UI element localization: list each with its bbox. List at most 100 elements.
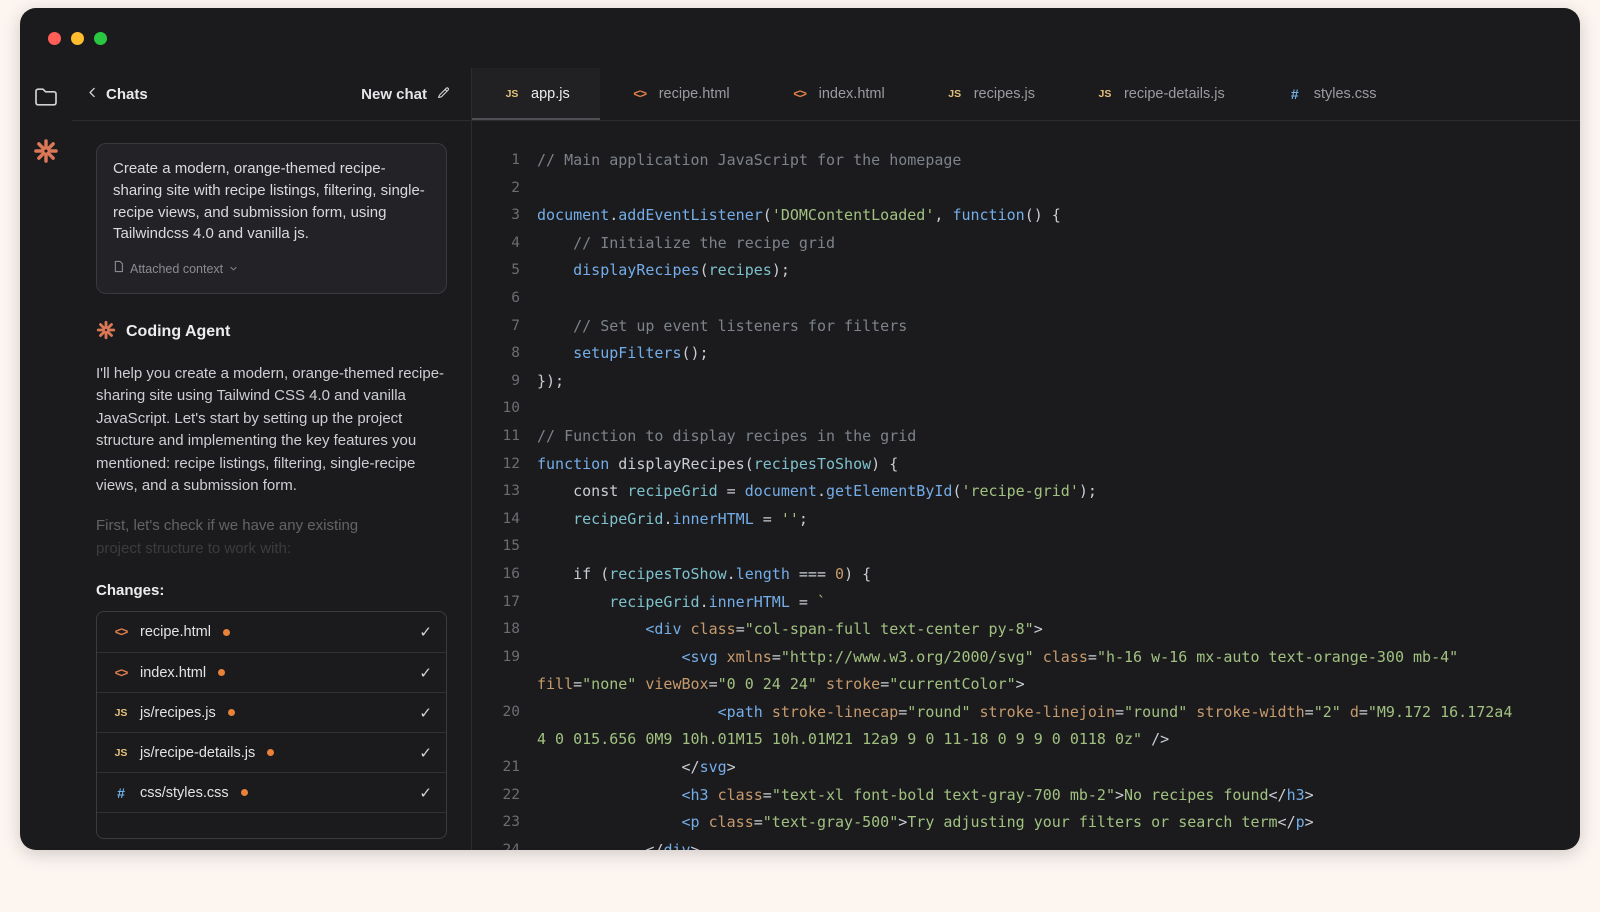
minimize-button[interactable] [71, 32, 84, 45]
line-number: 12 [472, 451, 520, 479]
file-name: css/styles.css [140, 785, 229, 801]
line-number: 23 [472, 809, 520, 837]
tab-label: recipes.js [974, 86, 1035, 102]
tab-label: styles.css [1314, 86, 1377, 102]
tab-recipes.js[interactable]: JS recipes.js [915, 68, 1065, 120]
modified-dot [241, 789, 248, 796]
coding-agent-panel-button[interactable] [31, 138, 61, 168]
traffic-lights [48, 32, 107, 45]
attached-context-label: Attached context [130, 259, 223, 281]
code-editor[interactable]: 1// Main application JavaScript for the … [472, 121, 1580, 850]
changes-file-row-partial [97, 812, 446, 838]
line-number: 7 [472, 313, 520, 341]
code-line: 4 0 015.656 0M9 10h.01M15 10h.01M21 12a9… [472, 726, 1580, 754]
agent-header: Coding Agent [96, 320, 447, 345]
accept-check-icon[interactable]: ✓ [419, 623, 432, 641]
code-line: 14 recipeGrid.innerHTML = ''; [472, 506, 1580, 534]
attached-context-toggle[interactable]: Attached context [113, 259, 430, 281]
faded-line-1: First, let's check if we have any existi… [96, 515, 447, 537]
line-number: 11 [472, 423, 520, 451]
css-file-icon: # [111, 785, 131, 801]
line-number: 9 [472, 368, 520, 396]
modified-dot [228, 709, 235, 716]
tab-recipe.html[interactable]: <>recipe.html [600, 68, 760, 120]
file-name: js/recipe-details.js [140, 745, 255, 761]
line-number: 10 [472, 395, 520, 423]
project-files-button[interactable] [31, 84, 61, 114]
js-file-icon: JS [1095, 88, 1115, 100]
line-number: 8 [472, 340, 520, 368]
code-line: 13 const recipeGrid = document.getElemen… [472, 478, 1580, 506]
changes-file-row[interactable]: <>recipe.html✓ [97, 612, 446, 652]
tab-recipe-details.js[interactable]: JS recipe-details.js [1065, 68, 1255, 120]
line-number: 2 [472, 175, 520, 203]
code-line: 3document.addEventListener('DOMContentLo… [472, 202, 1580, 230]
modified-dot [218, 669, 225, 676]
agent-name: Coding Agent [126, 323, 230, 341]
faded-line-2: project structure to work with: [96, 538, 447, 560]
changes-file-row[interactable]: JSjs/recipes.js✓ [97, 692, 446, 732]
changes-heading: Changes: [96, 582, 447, 599]
code-line: 7 // Set up event listeners for filters [472, 313, 1580, 341]
line-number: 3 [472, 202, 520, 230]
title-bar [20, 8, 1580, 68]
line-number: 5 [472, 257, 520, 285]
file-name: index.html [140, 665, 206, 681]
code-line: 11// Function to display recipes in the … [472, 423, 1580, 451]
line-number [472, 671, 520, 699]
chat-panel: Chats New chat Create a modern, orange-t… [72, 68, 472, 850]
code-line: 22 <h3 class="text-xl font-bold text-gra… [472, 782, 1580, 810]
js-file-icon: JS [502, 88, 522, 100]
zoom-button[interactable] [94, 32, 107, 45]
chat-scroll-area[interactable]: Create a modern, orange-themed recipe-sh… [72, 121, 471, 850]
app-window: Chats New chat Create a modern, orange-t… [20, 8, 1580, 850]
accept-check-icon[interactable]: ✓ [419, 664, 432, 682]
code-line: 9}); [472, 368, 1580, 396]
line-number: 17 [472, 589, 520, 617]
agent-message-faded: First, let's check if we have any existi… [96, 515, 447, 560]
js-file-icon: JS [111, 747, 131, 759]
line-number: 20 [472, 699, 520, 727]
agent-flower-icon [96, 320, 116, 345]
tab-label: app.js [531, 86, 570, 102]
code-line: 16 if (recipesToShow.length === 0) { [472, 561, 1580, 589]
accept-check-icon[interactable]: ✓ [419, 784, 432, 802]
changes-file-row[interactable]: <> index.html ✓ [97, 652, 446, 692]
line-number: 24 [472, 837, 520, 850]
code-line: 19 <svg xmlns="http://www.w3.org/2000/sv… [472, 644, 1580, 672]
tab-label: recipe-details.js [1124, 86, 1225, 102]
js-file-icon: JS [945, 88, 965, 100]
line-number [472, 726, 520, 754]
chevron-down-icon [229, 259, 238, 281]
code-line: 18 <div class="col-span-full text-center… [472, 616, 1580, 644]
changes-file-row[interactable]: # css/styles.css ✓ [97, 772, 446, 812]
code-line: 21 </svg> [472, 754, 1580, 782]
file-name: js/recipes.js [140, 705, 216, 721]
new-chat-label: New chat [361, 86, 427, 103]
tab-index.html[interactable]: <> index.html [760, 68, 915, 120]
tab-app.js[interactable]: JS app.js [472, 68, 600, 120]
html-file-icon: <> [111, 666, 131, 680]
attachment-icon [113, 259, 124, 281]
code-line: 15 [472, 533, 1580, 561]
new-chat-button[interactable]: New chat [361, 85, 451, 104]
code-line: 23 <p class="text-gray-500">Try adjustin… [472, 809, 1580, 837]
line-number: 21 [472, 754, 520, 782]
tab-styles.css[interactable]: # styles.css [1255, 68, 1407, 120]
chats-back-button[interactable]: Chats [86, 86, 148, 103]
code-line: 5 displayRecipes(recipes); [472, 257, 1580, 285]
code-line: 12function displayRecipes(recipesToShow)… [472, 451, 1580, 479]
chats-label: Chats [106, 86, 148, 103]
accept-check-icon[interactable]: ✓ [419, 704, 432, 722]
chat-header: Chats New chat [72, 68, 471, 121]
close-button[interactable] [48, 32, 61, 45]
html-file-icon: <> [111, 625, 131, 639]
line-number: 22 [472, 782, 520, 810]
tab-label: index.html [819, 86, 885, 102]
accept-check-icon[interactable]: ✓ [419, 744, 432, 762]
code-line: 2 [472, 175, 1580, 203]
changes-file-row[interactable]: JS js/recipe-details.js ✓ [97, 732, 446, 772]
html-file-icon: <> [790, 87, 810, 101]
css-file-icon: # [1285, 86, 1305, 102]
line-number: 19 [472, 644, 520, 672]
